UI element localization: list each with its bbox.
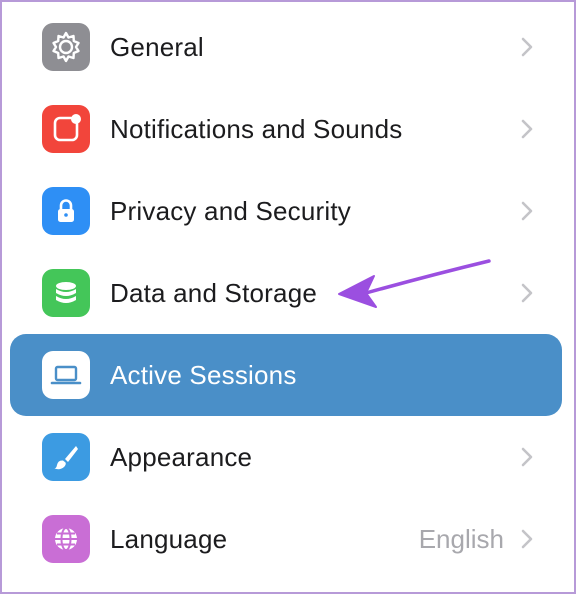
language-value: English <box>418 524 504 554</box>
brush-icon <box>42 433 90 481</box>
chevron-right-icon <box>521 529 533 549</box>
chevron-right-icon <box>521 283 533 303</box>
settings-item-label: Active Sessions <box>110 360 297 390</box>
settings-item-language[interactable]: Language English <box>10 498 562 580</box>
chevron-right-icon <box>521 37 533 57</box>
database-icon <box>42 269 90 317</box>
chevron-right-icon <box>521 201 533 221</box>
settings-item-label: Language <box>110 524 228 554</box>
settings-item-label: Appearance <box>110 442 253 472</box>
settings-item-notifications[interactable]: Notifications and Sounds <box>10 88 562 170</box>
globe-icon <box>42 515 90 563</box>
settings-item-label: General <box>110 32 204 62</box>
chevron-right-icon <box>521 119 533 139</box>
settings-item-general[interactable]: General <box>10 6 562 88</box>
lock-icon <box>42 187 90 235</box>
settings-item-label: Data and Storage <box>110 278 318 308</box>
settings-item-privacy[interactable]: Privacy and Security <box>10 170 562 252</box>
settings-item-label: Privacy and Security <box>110 196 351 226</box>
laptop-icon <box>42 351 90 399</box>
chevron-right-icon <box>521 447 533 467</box>
settings-item-appearance[interactable]: Appearance <box>10 416 562 498</box>
settings-item-active-sessions[interactable]: Active Sessions <box>10 334 562 416</box>
arrow-icon <box>338 259 491 308</box>
notification-badge-icon <box>42 105 90 153</box>
settings-item-label: Notifications and Sounds <box>110 114 403 144</box>
gear-icon <box>42 23 90 71</box>
